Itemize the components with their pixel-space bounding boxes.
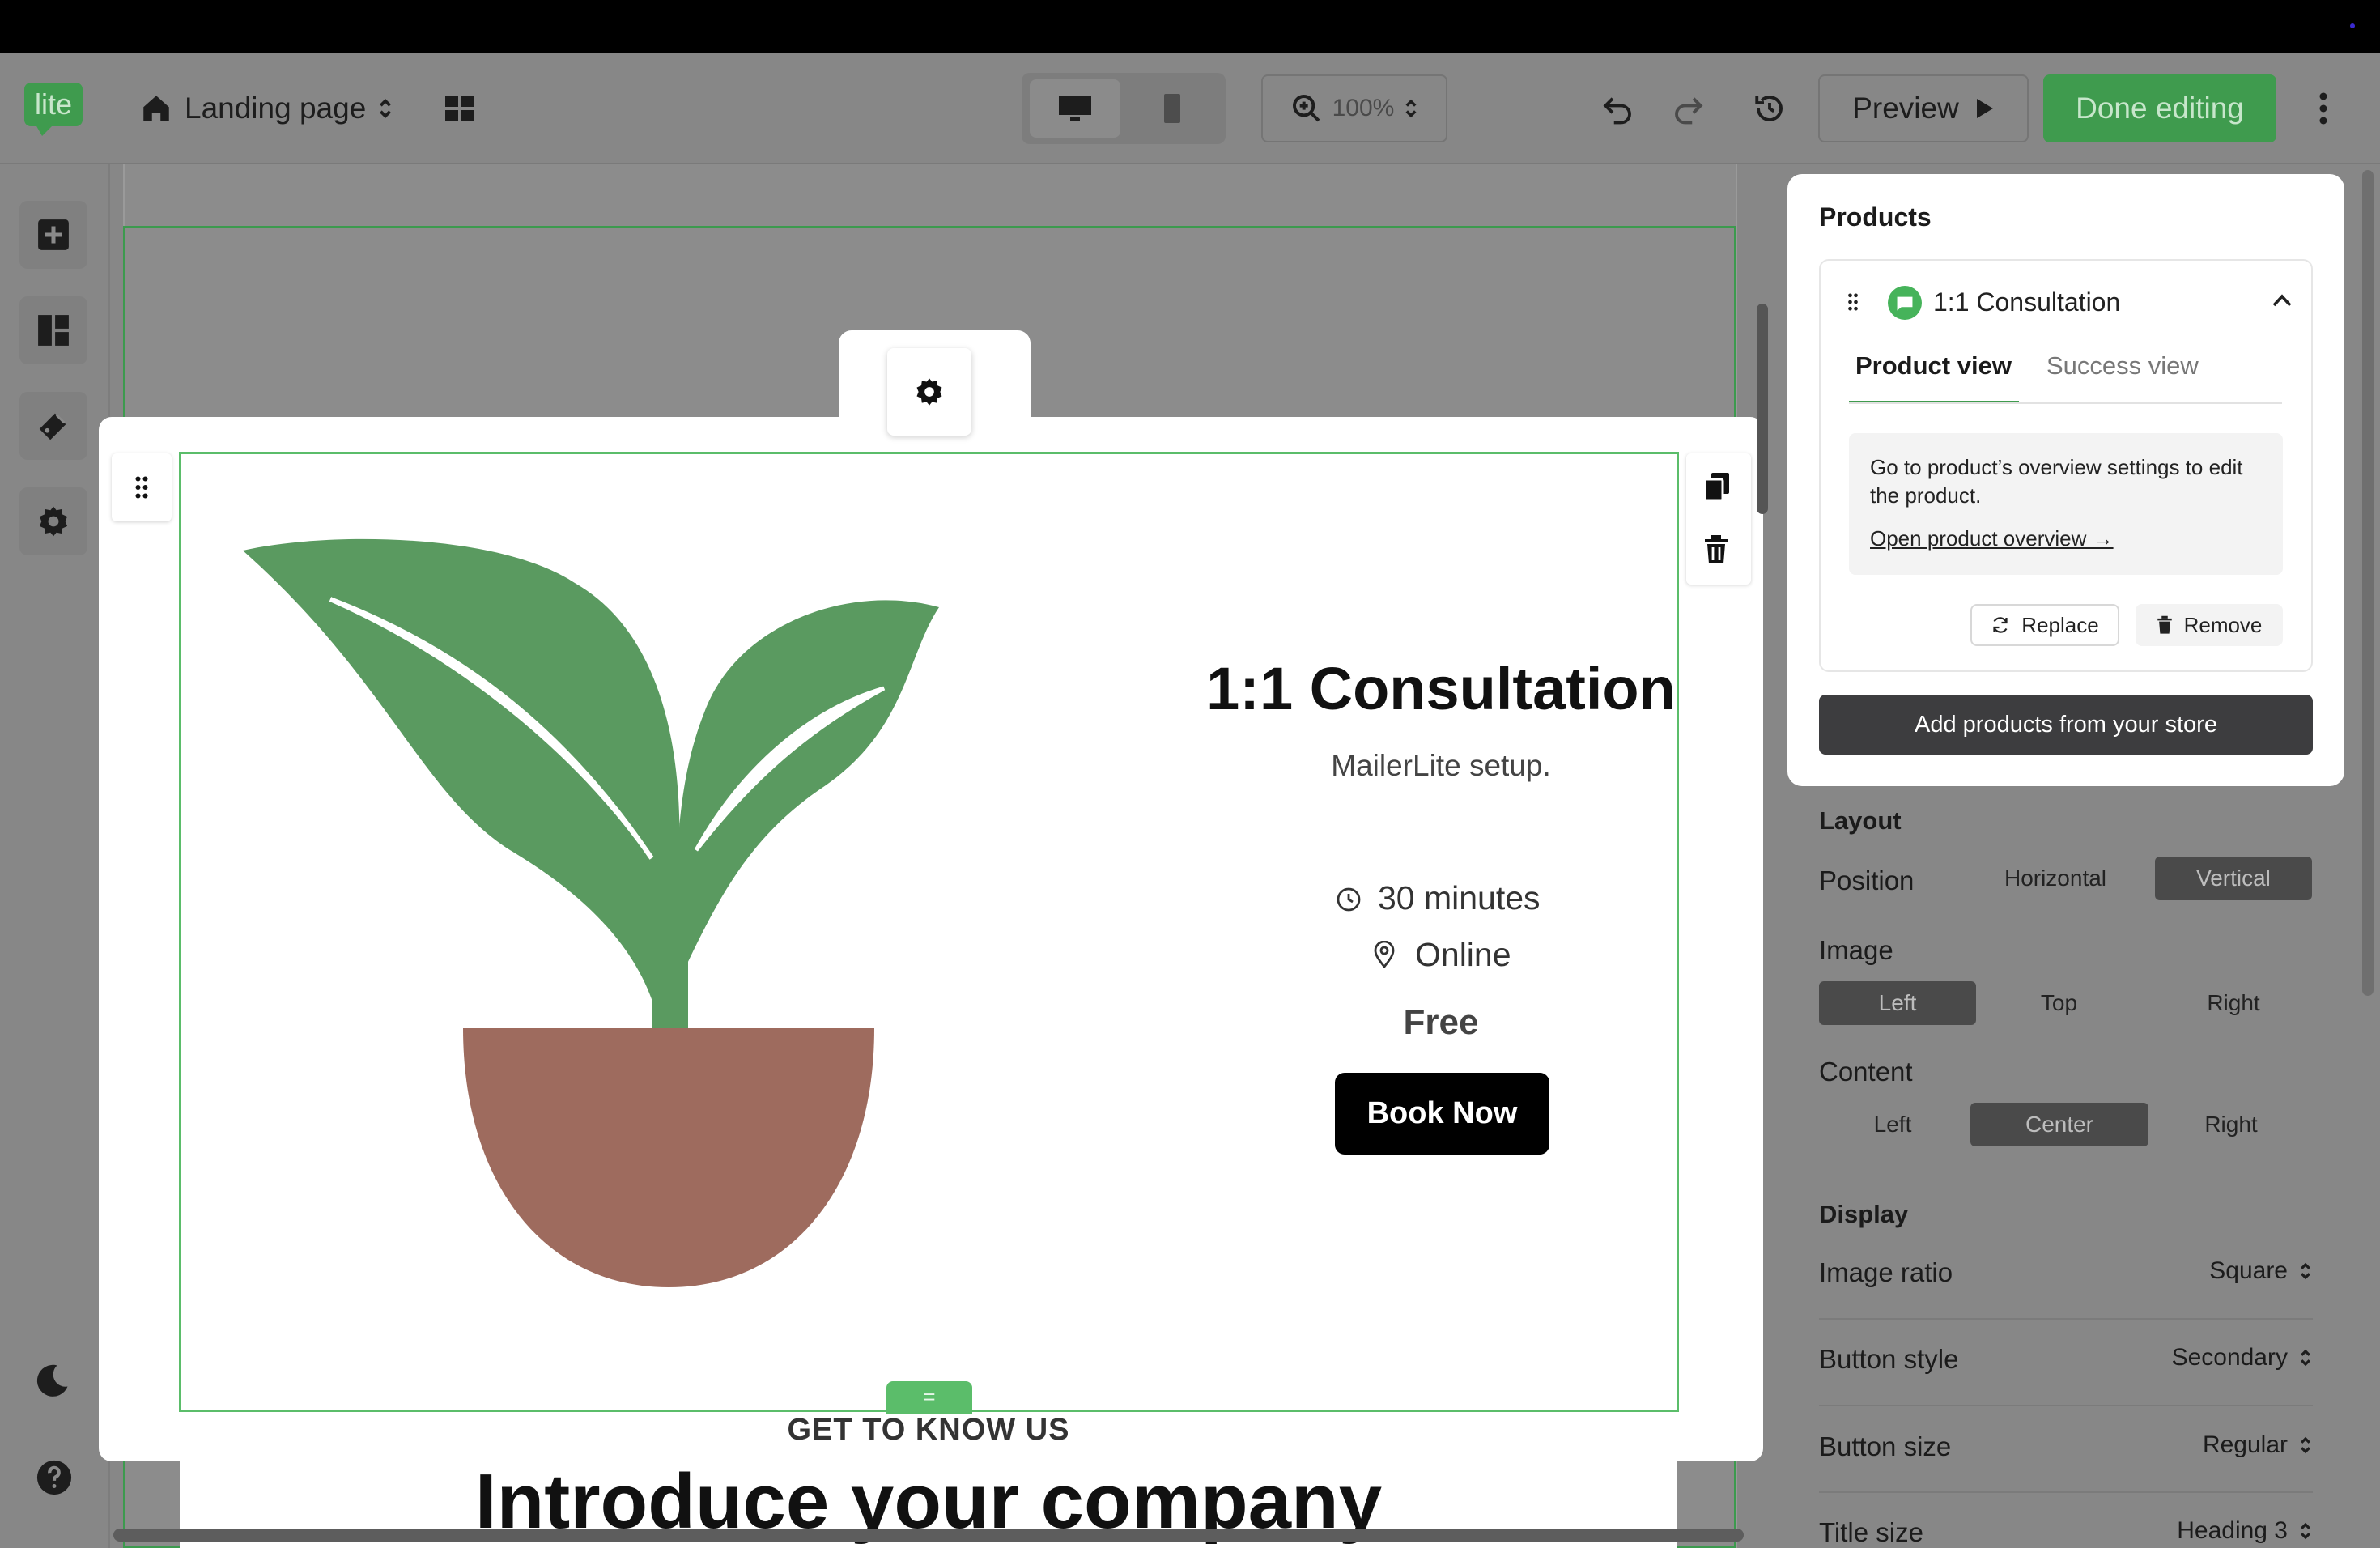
display-heading: Display: [1819, 1200, 1909, 1228]
updown-chevron-icon: [2299, 1347, 2312, 1368]
product-duration: 30 minutes: [1378, 879, 1541, 916]
zoom-selector[interactable]: 100%: [1261, 74, 1447, 142]
button-size-label: Button size: [1819, 1431, 1952, 1461]
replace-label: Replace: [2021, 612, 2099, 637]
dark-mode-moon-icon[interactable]: [31, 1360, 76, 1406]
updown-chevron-icon: [2299, 1435, 2312, 1456]
design-brush-icon[interactable]: [19, 392, 87, 460]
delete-trash-icon[interactable]: [1703, 534, 1732, 567]
position-vertical[interactable]: Vertical: [2155, 857, 2312, 900]
divider: [1819, 1318, 2313, 1320]
tab-success-view[interactable]: Success view: [2046, 351, 2199, 381]
pages-grid-icon[interactable]: [437, 89, 482, 128]
image-ratio-value: Square: [2209, 1257, 2288, 1284]
products-heading: Products: [1819, 202, 1932, 232]
help-icon[interactable]: [36, 1459, 73, 1496]
canvas-horizontal-scrollbar[interactable]: [113, 1529, 1744, 1542]
history-icon[interactable]: [1747, 84, 1792, 133]
updown-chevron-icon: [377, 96, 393, 121]
tabs-divider: [1849, 402, 2282, 404]
image-left[interactable]: Left: [1819, 981, 1976, 1025]
remove-label: Remove: [2183, 612, 2263, 637]
title-size-label: Title size: [1819, 1517, 1923, 1547]
image-ratio-label: Image ratio: [1819, 1257, 1953, 1287]
done-editing-button[interactable]: Done editing: [2043, 74, 2276, 142]
updown-chevron-icon: [2299, 1261, 2312, 1282]
add-block-icon[interactable]: [19, 201, 87, 269]
position-horizontal[interactable]: Horizontal: [1969, 857, 2142, 900]
camera-indicator: [2350, 23, 2355, 28]
drag-handle-icon[interactable]: [112, 453, 172, 521]
redo-icon[interactable]: [1666, 84, 1710, 133]
location-pin-icon: [1373, 941, 1399, 970]
preview-label: Preview: [1852, 91, 1959, 125]
content-right[interactable]: Right: [2160, 1103, 2302, 1146]
add-products-button[interactable]: Add products from your store: [1819, 695, 2313, 755]
zoom-in-icon: [1290, 92, 1323, 125]
trash-icon: [2157, 615, 2173, 635]
updown-chevron-icon: [1404, 97, 1418, 120]
undo-icon[interactable]: [1596, 84, 1640, 133]
product-notice-text: Go to product’s overview settings to edi…: [1870, 455, 2243, 508]
button-size-value: Regular: [2202, 1431, 2288, 1458]
image-right[interactable]: Right: [2155, 981, 2312, 1025]
settings-gear-icon[interactable]: [19, 487, 87, 555]
refresh-icon: [1991, 615, 2010, 635]
layout-icon[interactable]: [19, 296, 87, 364]
image-top[interactable]: Top: [1988, 981, 2130, 1025]
zoom-value: 100%: [1332, 95, 1395, 121]
title-size-select[interactable]: Heading 3: [2105, 1517, 2312, 1545]
home-icon: [139, 91, 173, 125]
preview-button[interactable]: Preview: [1818, 74, 2029, 142]
divider: [1819, 1491, 2313, 1493]
product-location: Online: [1415, 936, 1511, 973]
drag-handle-icon[interactable]: [1847, 291, 1860, 314]
content-left[interactable]: Left: [1819, 1103, 1966, 1146]
more-options-icon[interactable]: [2307, 87, 2340, 130]
divider: [1819, 1405, 2313, 1406]
panel-scrollbar[interactable]: [2362, 170, 2374, 996]
content-center[interactable]: Center: [1970, 1103, 2148, 1146]
page-name: Landing page: [185, 91, 367, 125]
chevron-up-icon[interactable]: [2272, 293, 2294, 313]
button-style-select[interactable]: Secondary: [2105, 1344, 2312, 1372]
image-label: Image: [1819, 935, 1893, 965]
desktop-icon[interactable]: [1030, 79, 1120, 138]
block-settings-gear-icon[interactable]: [887, 348, 971, 436]
tab-product-view[interactable]: Product view: [1855, 351, 2012, 381]
page-selector[interactable]: Landing page: [139, 81, 414, 136]
book-now-button[interactable]: Book Now: [1335, 1073, 1549, 1155]
position-label: Position: [1819, 865, 1915, 895]
section-eyebrow: GET TO KNOW US: [787, 1413, 1070, 1447]
duplicate-icon[interactable]: [1703, 471, 1732, 504]
product-price: Free: [1403, 1002, 1479, 1042]
clock-icon: [1336, 887, 1363, 914]
system-menu-bar: [0, 0, 2380, 53]
remove-button[interactable]: Remove: [2136, 604, 2283, 646]
product-title: 1:1 Consultation: [1206, 655, 1676, 722]
product-subtitle: MailerLite setup.: [1331, 749, 1551, 782]
open-product-overview-link[interactable]: Open product overview →: [1870, 526, 2114, 551]
canvas-vertical-scrollbar[interactable]: [1757, 304, 1768, 514]
replace-button[interactable]: Replace: [1970, 604, 2119, 646]
image-ratio-select[interactable]: Square: [2105, 1257, 2312, 1285]
resize-handle[interactable]: =: [886, 1381, 972, 1414]
layout-heading: Layout: [1819, 806, 1902, 835]
logo[interactable]: lite: [24, 83, 83, 136]
content-label: Content: [1819, 1057, 1913, 1087]
play-icon: [1975, 97, 1995, 120]
plant-product-image: [243, 538, 939, 1287]
button-style-value: Secondary: [2171, 1344, 2288, 1371]
chat-product-icon: [1888, 286, 1922, 320]
updown-chevron-icon: [2299, 1520, 2312, 1542]
button-size-select[interactable]: Regular: [2105, 1431, 2312, 1459]
mobile-icon[interactable]: [1127, 79, 1218, 138]
product-item-name: 1:1 Consultation: [1933, 287, 2121, 317]
button-style-label: Button style: [1819, 1344, 1959, 1374]
left-rail: [0, 164, 110, 1548]
title-size-value: Heading 3: [2177, 1517, 2288, 1544]
